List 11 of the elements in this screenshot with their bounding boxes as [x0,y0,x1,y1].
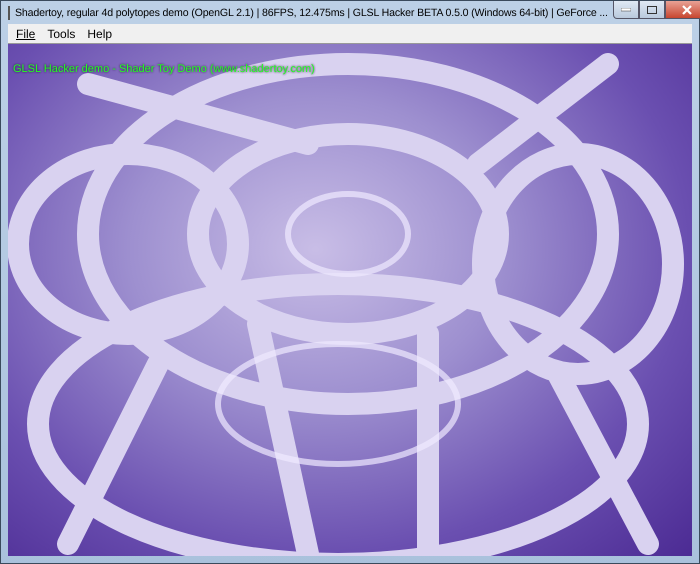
menu-item[interactable]: Help [81,26,118,40]
maximize-button[interactable] [638,1,665,19]
close-button[interactable] [664,1,700,19]
overlay-text: GLSL Hacker demo - Shader Toy Demo (www.shadertoy.com) [13,63,315,75]
minimize-button[interactable] [612,1,639,19]
close-icon [682,4,692,14]
menu-item[interactable]: File [10,26,42,40]
minimize-icon [620,8,631,12]
maximize-icon [646,6,657,14]
menu-item[interactable]: Tools [41,26,82,40]
window-title: Shadertoy, regular 4d polytopes demo (OpenGL 2.1) | 86FPS, 12.475ms | GLSL Hacker BETA 0.5.0 (Windows 64-bit) | GeForce ... [15,6,608,18]
